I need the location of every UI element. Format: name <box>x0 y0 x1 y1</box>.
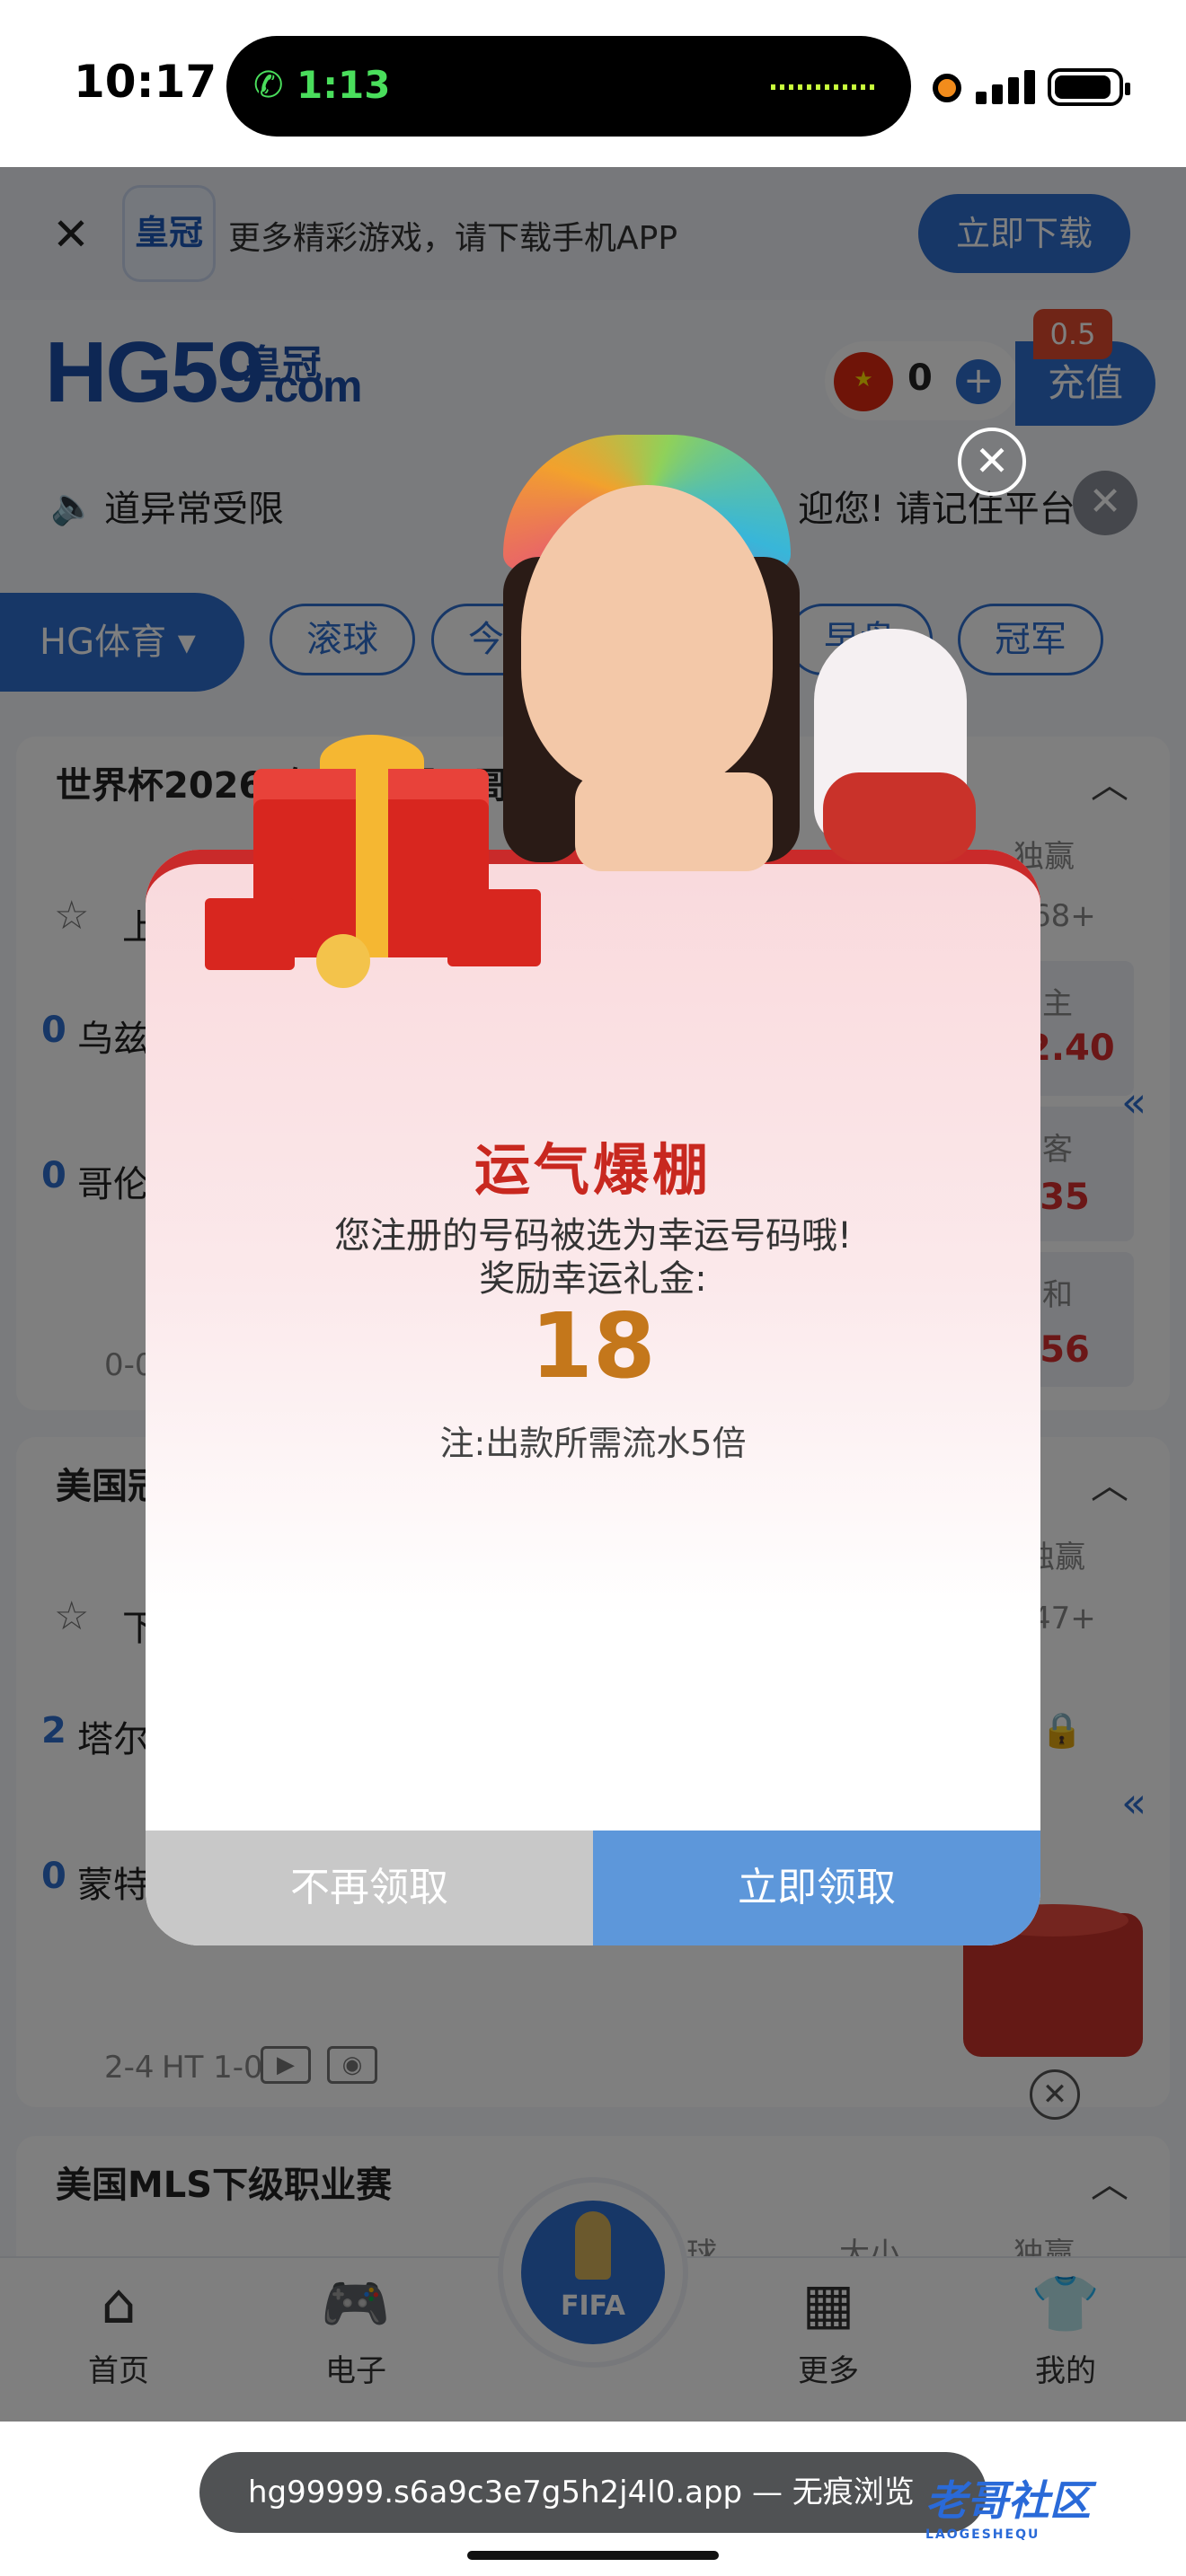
battery-icon <box>1048 68 1130 106</box>
character-body <box>575 772 773 871</box>
call-duration: 1:13 <box>296 63 391 107</box>
small-gift-icon <box>205 898 295 970</box>
watermark-text: 老哥社区 <box>925 2476 1091 2525</box>
url-bar[interactable]: hg99999.s6a9c3e7g5h2j4l0.app — 无痕浏览 <box>199 2452 987 2533</box>
phone-call-icon: ✆ <box>253 65 284 106</box>
mic-indicator-icon <box>933 74 961 102</box>
modal-close-icon[interactable]: ✕ <box>958 428 1026 496</box>
coin-icon <box>316 934 370 988</box>
modal-message-line: 您注册的号码被选为幸运号码哦! <box>333 1215 853 1257</box>
status-time: 10:17 <box>74 56 217 108</box>
modal-message: 您注册的号码被选为幸运号码哦! 奖励幸运礼金: <box>146 1214 1040 1301</box>
bunny-mascot-body <box>823 772 976 862</box>
gift-ribbon <box>356 769 388 957</box>
home-indicator[interactable] <box>467 2551 719 2560</box>
bonus-amount: 18 <box>530 1293 656 1398</box>
signal-icon <box>976 68 1035 104</box>
audio-wave-icon <box>771 84 875 90</box>
claim-button[interactable]: 立即领取 <box>593 1831 1040 1945</box>
watermark-logo: 老哥社区 LAOGESHEQU <box>925 2468 1091 2542</box>
modal-title: 运气爆棚 <box>474 1137 712 1203</box>
watermark-subtext: LAOGESHEQU <box>925 2527 1040 2542</box>
character-girl-illustration <box>521 485 773 790</box>
modal-note: 注:出款所需流水5倍 <box>439 1424 747 1463</box>
decline-button[interactable]: 不再领取 <box>146 1831 593 1945</box>
small-gift-icon <box>447 889 541 966</box>
